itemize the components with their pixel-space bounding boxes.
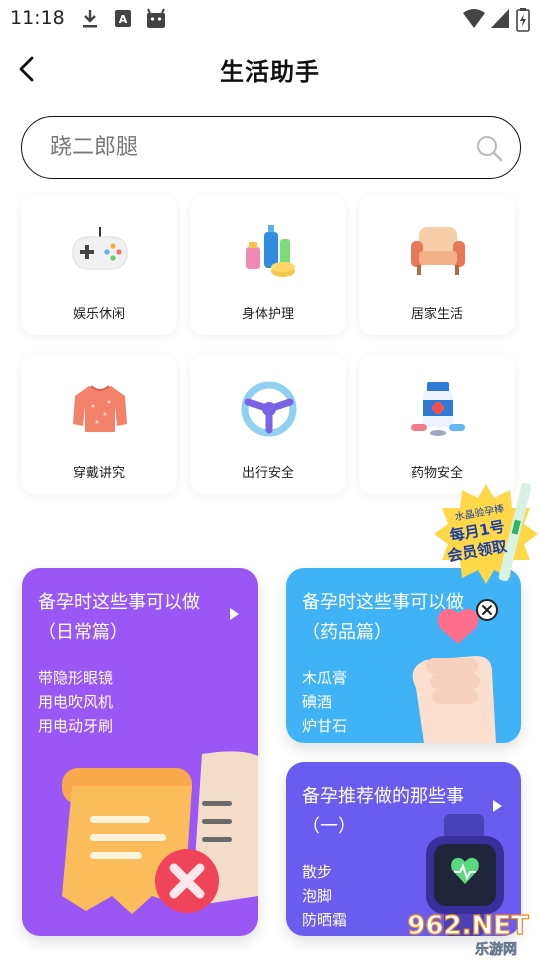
category-card-travel-safety[interactable]: 出行安全 [190, 354, 346, 494]
download-icon [83, 10, 97, 28]
category-card-entertainment[interactable]: 娱乐休闲 [21, 195, 177, 335]
category-card-clothing[interactable]: 穿戴讲究 [21, 354, 177, 494]
status-bar: 11:18 A [0, 0, 540, 36]
promo-badge[interactable]: 水晶验孕棒 每月1号 会员领取 [432, 480, 540, 588]
card-title: 备孕时这些事可以做（日常篇） [38, 592, 200, 643]
card-daily-tips[interactable]: 备孕时这些事可以做（日常篇） 带隐形眼镜 用电吹风机 用电动牙刷 [22, 568, 258, 936]
watermark-logo-text: 962.NET [407, 911, 529, 941]
gamepad-icon [72, 227, 128, 270]
card-item: 木瓜膏 [302, 669, 348, 687]
card-item: 带隐形眼镜 [38, 669, 114, 687]
category-label: 居家生活 [410, 307, 463, 322]
medicine-bottle-icon [411, 382, 465, 436]
category-label: 身体护理 [241, 307, 294, 322]
armchair-icon [411, 227, 465, 275]
card-item: 散步 [302, 863, 333, 881]
close-icon[interactable] [475, 598, 499, 622]
card-item: 碘酒 [302, 693, 333, 711]
category-card-body-care[interactable]: 身体护理 [190, 195, 346, 335]
status-time: 11:18 [10, 7, 65, 29]
page-title: 生活助手 [220, 58, 320, 86]
search-input[interactable] [50, 117, 450, 177]
category-card-medicine-safety[interactable]: 药物安全 [359, 354, 515, 494]
card-item: 防晒霜 [302, 911, 348, 929]
site-watermark-logo: 962.NET 乐游网 [407, 910, 530, 958]
wifi-icon [463, 9, 485, 28]
category-label: 娱乐休闲 [72, 307, 125, 322]
font-icon: A [115, 10, 131, 27]
card-item: 用电动牙刷 [38, 717, 114, 735]
category-card-home-life[interactable]: 居家生活 [359, 195, 515, 335]
android-icon [147, 8, 165, 28]
signal-icon [491, 9, 509, 28]
document-hand-illustration [62, 751, 258, 914]
steering-wheel-icon [241, 381, 297, 437]
skincare-bottles-icon [246, 225, 295, 277]
sweater-icon [73, 385, 127, 432]
category-label: 药物安全 [410, 466, 463, 481]
watermark-site-text: 乐游网 [475, 941, 517, 958]
battery-icon [516, 8, 530, 32]
search-bar[interactable] [21, 116, 521, 179]
card-item: 用电吹风机 [38, 693, 114, 711]
card-arrow-icon [230, 608, 239, 620]
card-item: 泡脚 [302, 887, 333, 905]
card-arrow-icon [493, 800, 502, 812]
hand-heart-illustration [412, 608, 496, 743]
card-item: 炉甘石 [302, 717, 348, 735]
category-label: 出行安全 [241, 466, 294, 481]
svg-text:A: A [119, 13, 128, 26]
category-label: 穿戴讲究 [72, 466, 125, 481]
card-medicine-tips[interactable]: 备孕时这些事可以做（药品篇） 木瓜膏 碘酒 炉甘石 [286, 568, 521, 743]
search-icon[interactable] [474, 133, 504, 163]
